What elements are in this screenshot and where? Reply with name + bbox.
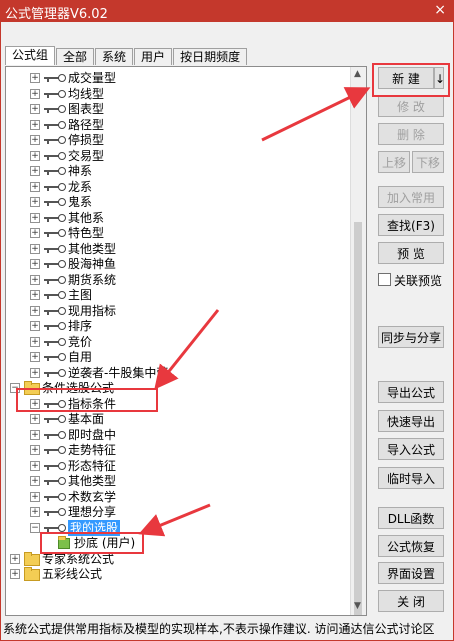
arrow-to-my-selection bbox=[138, 503, 211, 537]
arrow-to-new-button bbox=[261, 87, 371, 142]
annotation-arrows bbox=[138, 87, 371, 537]
arrow-to-condition-folder bbox=[154, 309, 220, 390]
